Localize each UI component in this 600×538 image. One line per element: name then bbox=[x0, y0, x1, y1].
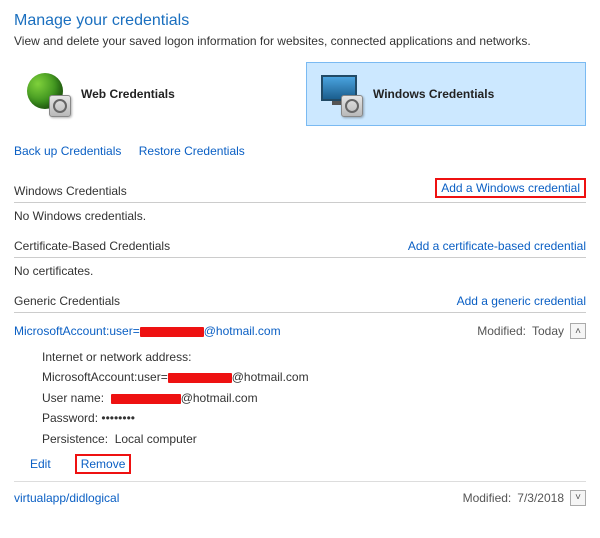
edit-credential-link[interactable]: Edit bbox=[30, 457, 51, 471]
section-generic-credentials: Generic Credentials Add a generic creden… bbox=[14, 294, 586, 510]
section-generic-title: Generic Credentials bbox=[14, 294, 120, 308]
credential-entry-name[interactable]: MicrosoftAccount:user=@hotmail.com bbox=[14, 324, 281, 338]
credential-entry[interactable]: MicrosoftAccount:user=@hotmail.com Modif… bbox=[14, 319, 586, 343]
tab-web-label: Web Credentials bbox=[81, 87, 175, 101]
redacted-text bbox=[168, 373, 232, 383]
add-cert-credential-link[interactable]: Add a certificate-based credential bbox=[408, 239, 586, 253]
section-windows-credentials: Windows Credentials Add a Windows creden… bbox=[14, 178, 586, 223]
redacted-text bbox=[140, 327, 204, 337]
backup-credentials-link[interactable]: Back up Credentials bbox=[14, 144, 121, 158]
credential-details: Internet or network address: MicrosoftAc… bbox=[14, 343, 586, 455]
add-generic-credential-link[interactable]: Add a generic credential bbox=[457, 294, 586, 308]
credential-tabs: Web Credentials Windows Credentials bbox=[14, 62, 586, 126]
chevron-down-icon[interactable]: ˅ bbox=[570, 490, 586, 506]
section-cert-title: Certificate-Based Credentials bbox=[14, 239, 170, 253]
restore-credentials-link[interactable]: Restore Credentials bbox=[139, 144, 245, 158]
section-cert-credentials: Certificate-Based Credentials Add a cert… bbox=[14, 239, 586, 278]
cert-empty-text: No certificates. bbox=[14, 264, 586, 278]
section-windows-title: Windows Credentials bbox=[14, 184, 127, 198]
tab-windows-label: Windows Credentials bbox=[373, 87, 494, 101]
credential-modified: Modified: 7/3/2018 ˅ bbox=[463, 490, 586, 506]
redacted-text bbox=[111, 394, 181, 404]
windows-empty-text: No Windows credentials. bbox=[14, 209, 586, 223]
globe-vault-icon bbox=[27, 73, 69, 115]
divider bbox=[14, 481, 586, 482]
tab-web-credentials[interactable]: Web Credentials bbox=[14, 62, 294, 126]
credential-entry[interactable]: virtualapp/didlogical Modified: 7/3/2018… bbox=[14, 486, 586, 510]
tab-windows-credentials[interactable]: Windows Credentials bbox=[306, 62, 586, 126]
chevron-up-icon[interactable]: ˄ bbox=[570, 323, 586, 339]
credential-entry-name[interactable]: virtualapp/didlogical bbox=[14, 491, 119, 505]
add-windows-credential-link[interactable]: Add a Windows credential bbox=[435, 178, 586, 198]
monitor-vault-icon bbox=[319, 73, 361, 115]
remove-credential-link[interactable]: Remove bbox=[75, 454, 132, 474]
page-title: Manage your credentials bbox=[14, 12, 586, 30]
backup-restore-links: Back up Credentials Restore Credentials bbox=[14, 144, 586, 158]
credential-actions: Edit Remove bbox=[14, 455, 586, 477]
page-subtitle: View and delete your saved logon informa… bbox=[14, 34, 586, 48]
credential-modified: Modified: Today ˄ bbox=[477, 323, 586, 339]
